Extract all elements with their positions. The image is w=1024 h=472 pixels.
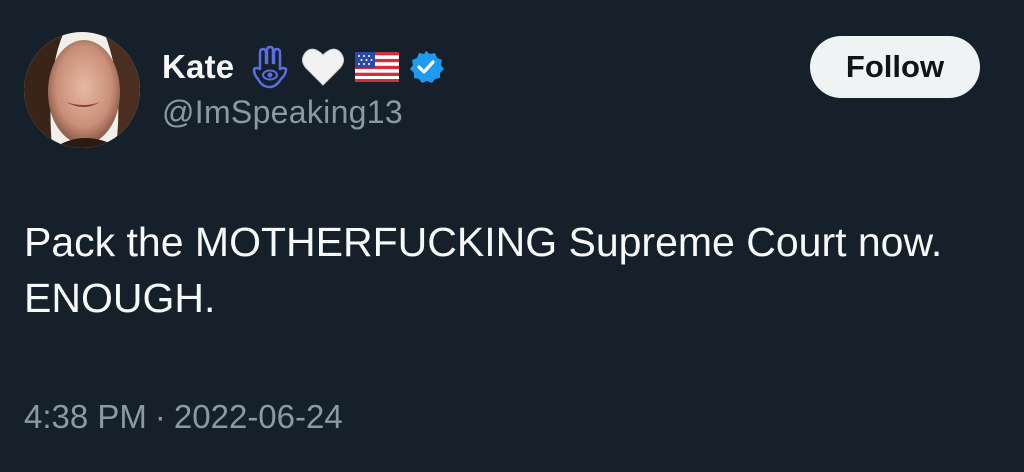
user-handle[interactable]: @ImSpeaking13: [162, 94, 403, 131]
tweet-time: 4:38 PM: [24, 398, 147, 435]
tweet-timestamp[interactable]: 4:38 PM · 2022-06-24: [24, 398, 343, 436]
avatar-image: [24, 32, 140, 148]
display-name-row: Kate: [162, 44, 452, 90]
white-heart-icon: [300, 45, 346, 89]
tweet-text: Pack the MOTHERFUCKING Supreme Court now…: [24, 219, 943, 321]
display-name[interactable]: Kate: [162, 48, 234, 86]
tweet-date: 2022-06-24: [173, 398, 343, 435]
tweet-card: Kate @ImSpeaking13 Follow Pack the MOTHE…: [0, 0, 1024, 472]
us-flag-icon: [354, 49, 400, 85]
follow-button[interactable]: Follow: [810, 36, 980, 98]
verified-badge-icon[interactable]: [408, 49, 445, 85]
meta-separator: ·: [154, 398, 166, 435]
avatar[interactable]: [24, 32, 140, 148]
hamsa-icon: [248, 45, 292, 89]
